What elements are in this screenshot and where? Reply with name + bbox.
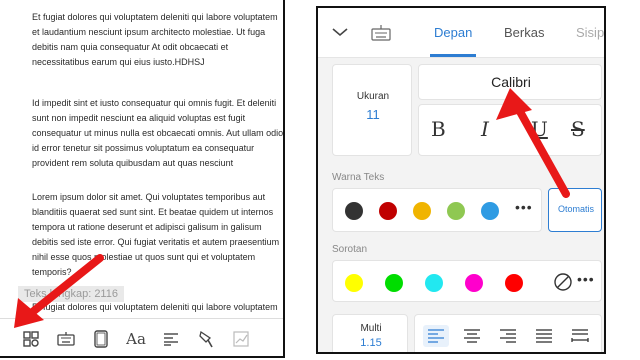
- highlight-swatch[interactable]: [425, 274, 443, 292]
- highlight-label: Sorotan: [332, 244, 368, 255]
- tab-sisip[interactable]: Sisip: [576, 25, 604, 40]
- grid-icon[interactable]: [14, 322, 48, 356]
- highlight-color-row: •••: [332, 260, 602, 302]
- text-color-swatch[interactable]: [481, 202, 499, 220]
- text-color-swatch[interactable]: [345, 202, 363, 220]
- text-color-swatch[interactable]: [447, 202, 465, 220]
- font-size-icon[interactable]: Aa: [119, 322, 153, 356]
- screenshot-stage: Et fugiat dolores qui voluptatem delenit…: [0, 0, 640, 360]
- more-highlight-colors-button[interactable]: •••: [577, 271, 595, 287]
- doc-paragraph-2: Id impedit sint et iusto consequatur qui…: [32, 98, 284, 168]
- text-style-buttons: B I U S: [418, 104, 602, 156]
- tab-depan[interactable]: Depan: [434, 25, 472, 40]
- distributed-align-icon[interactable]: [567, 325, 593, 347]
- font-family-value: Calibri: [491, 74, 531, 90]
- font-size-label: Ukuran: [356, 91, 390, 102]
- alignment-buttons: [414, 314, 602, 352]
- line-spacing-selector[interactable]: Multi 1.15: [332, 314, 408, 352]
- word-count-badge: Teks lengkap: 2116: [18, 286, 124, 302]
- document-view: Et fugiat dolores qui voluptatem delenit…: [0, 0, 285, 358]
- format-panel: Depan Berkas Sisip Ukuran 11 Calibri B I…: [316, 6, 606, 354]
- more-text-colors-button[interactable]: •••: [515, 199, 533, 215]
- doc-paragraph-4: Et fugiat dolores qui voluptatem delenit…: [32, 302, 278, 312]
- align-center-icon[interactable]: [459, 325, 485, 347]
- line-spacing-value: 1.15: [360, 337, 382, 349]
- bold-button[interactable]: B: [431, 117, 446, 141]
- line-spacing-label: Multi: [360, 323, 382, 334]
- text-color-swatch[interactable]: [413, 202, 431, 220]
- font-size-selector[interactable]: Ukuran 11: [332, 64, 412, 156]
- font-family-selector[interactable]: Calibri: [418, 64, 602, 100]
- keyboard-icon[interactable]: [370, 23, 392, 43]
- align-right-icon[interactable]: [495, 325, 521, 347]
- format-paint-icon[interactable]: [189, 322, 223, 356]
- doc-paragraph-1: Et fugiat dolores qui voluptatem delenit…: [32, 12, 278, 67]
- automatic-color-button[interactable]: Otomatis: [548, 188, 602, 232]
- align-left-icon[interactable]: [423, 325, 449, 347]
- frame-icon[interactable]: [84, 322, 118, 356]
- no-highlight-icon[interactable]: [553, 272, 573, 292]
- underline-button[interactable]: U: [531, 117, 548, 141]
- text-color-swatch[interactable]: [379, 202, 397, 220]
- text-color-label: Warna Teks: [332, 172, 385, 183]
- text-color-row: •••: [332, 188, 542, 232]
- align-justify-icon[interactable]: [531, 325, 557, 347]
- bottom-toolbar: Aa: [0, 318, 283, 356]
- active-tab-indicator: [430, 54, 476, 57]
- keyboard-icon[interactable]: [49, 322, 83, 356]
- highlight-swatch[interactable]: [345, 274, 363, 292]
- tab-berkas[interactable]: Berkas: [504, 25, 544, 40]
- automatic-color-label: Otomatis: [557, 204, 594, 214]
- align-icon[interactable]: [154, 322, 188, 356]
- doc-paragraph-3: Lorem ipsum dolor sit amet. Qui voluptat…: [32, 192, 280, 277]
- chevron-down-icon[interactable]: [330, 22, 350, 42]
- chart-icon[interactable]: [224, 322, 258, 356]
- font-size-value: 11: [366, 107, 380, 122]
- italic-button[interactable]: I: [481, 117, 489, 141]
- highlight-swatch[interactable]: [505, 274, 523, 292]
- strikethrough-button[interactable]: S: [571, 117, 585, 141]
- format-tab-bar: Depan Berkas Sisip: [318, 8, 604, 58]
- highlight-swatch[interactable]: [385, 274, 403, 292]
- highlight-swatch[interactable]: [465, 274, 483, 292]
